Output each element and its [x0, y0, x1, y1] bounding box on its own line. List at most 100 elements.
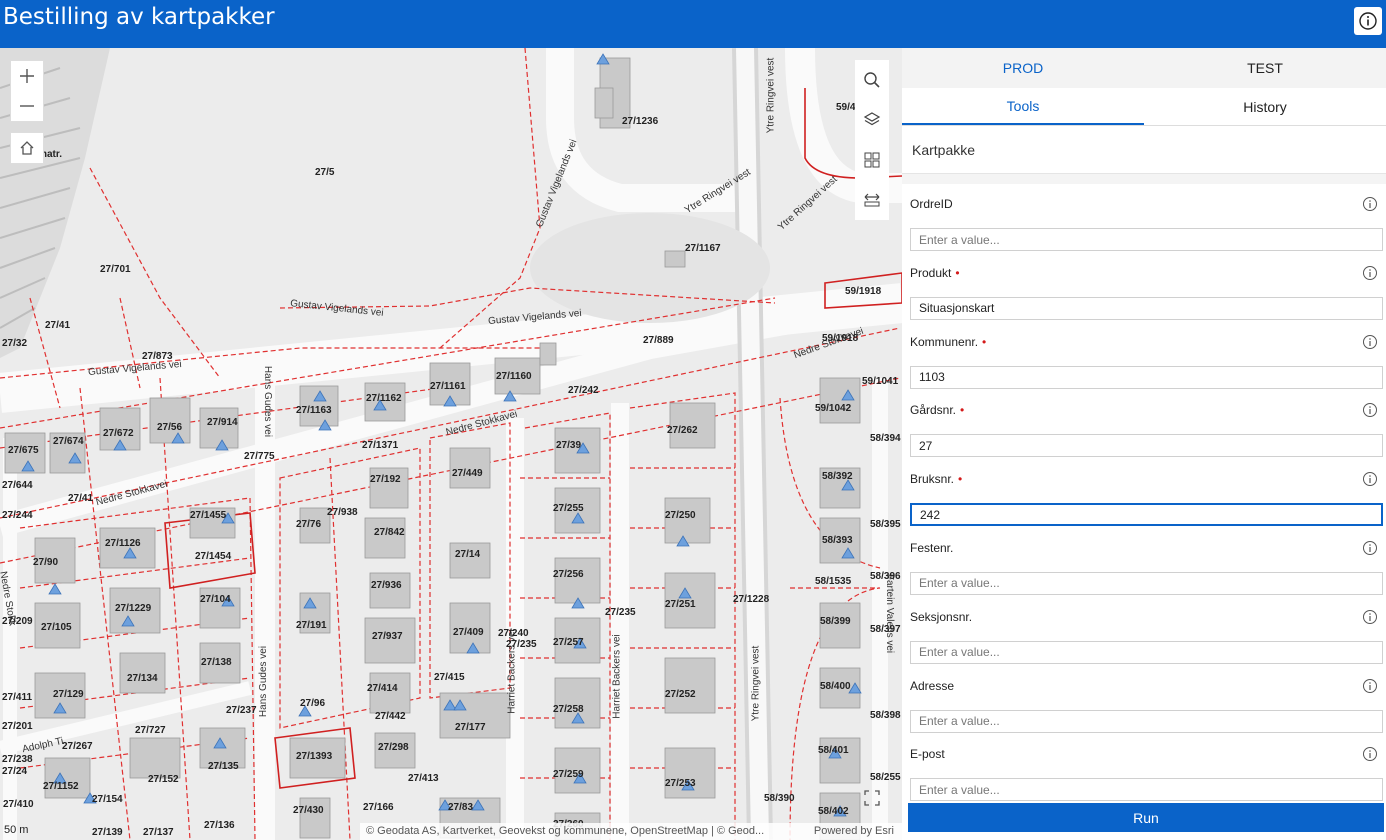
- parcel-label: 58/255: [870, 772, 901, 783]
- info-icon[interactable]: [1362, 265, 1378, 281]
- tab-history[interactable]: History: [1144, 88, 1386, 125]
- tab-prod[interactable]: PROD: [902, 48, 1144, 88]
- measure-button[interactable]: [855, 180, 889, 220]
- field-seksjonsnr: Seksjonsnr.: [902, 606, 1386, 675]
- kommunenr-input[interactable]: [910, 365, 1383, 389]
- search-icon: [864, 72, 880, 88]
- festenr-input[interactable]: [910, 571, 1383, 595]
- field-ordreid: OrdreID: [902, 193, 1386, 262]
- parcel-label: 27/937: [372, 631, 403, 642]
- parcel-label: 27/105: [41, 622, 72, 633]
- parcel-label: 27/201: [2, 721, 33, 732]
- ordreid-input[interactable]: [910, 228, 1383, 251]
- field-festenr: Festenr.: [902, 537, 1386, 606]
- parcel-label: 27/644: [2, 480, 33, 491]
- parcel-label: 27/1455: [190, 510, 227, 521]
- parcel-label: 58/402: [818, 806, 849, 817]
- tab-test[interactable]: TEST: [1144, 48, 1386, 88]
- parcel-label: 27/41: [68, 493, 94, 504]
- parcel-label: 27/166: [363, 802, 394, 813]
- street-label: Hans Gudes vei: [258, 645, 270, 718]
- parcel-label: 27/256: [553, 569, 584, 580]
- basemap-button[interactable]: [855, 140, 889, 180]
- info-icon[interactable]: [1362, 196, 1378, 212]
- parcel-label: 27/250: [665, 510, 696, 521]
- zoom-in-button[interactable]: [11, 61, 43, 91]
- parcel-label: 27/1152: [43, 781, 79, 792]
- parcel-label: 27/251: [665, 599, 696, 610]
- parcel-label: 27/675: [8, 445, 39, 456]
- tab-tools[interactable]: Tools: [902, 88, 1144, 125]
- measure-icon: [864, 193, 880, 207]
- parcel-label: 27/96: [300, 698, 326, 709]
- street-label: Fartein Valens vei: [884, 573, 896, 654]
- kartpakke-form: OrdreID Produkt• Kommunenr.• Gårdsnr.• B…: [902, 193, 1386, 812]
- field-bruksnr: Bruksnr. •: [902, 468, 1386, 537]
- parcel-label: 27/14: [455, 549, 481, 560]
- parcel-label: 59/4: [836, 102, 856, 113]
- info-icon[interactable]: [1362, 540, 1378, 556]
- app-header: Bestilling av kartpakker: [0, 0, 1386, 48]
- fullscreen-button[interactable]: [858, 784, 886, 812]
- parcel-label: 27/240: [498, 628, 529, 639]
- parcel-label: 27/1167: [685, 243, 721, 254]
- side-panel: PROD TEST Tools History Kartpakke OrdreI…: [902, 48, 1386, 840]
- info-icon[interactable]: [1362, 334, 1378, 350]
- info-icon[interactable]: [1362, 402, 1378, 418]
- fullscreen-icon: [864, 790, 880, 806]
- parcel-label: 27/41: [45, 320, 71, 331]
- parcel-label: 27/209: [2, 616, 33, 627]
- parcel-label: 58/390: [764, 793, 795, 804]
- parcel-label: 27/936: [371, 580, 402, 591]
- info-icon[interactable]: [1362, 746, 1378, 762]
- parcel-label: 27/775: [244, 451, 275, 462]
- field-epost: E-post: [902, 743, 1386, 812]
- parcel-label: 27/442: [375, 711, 406, 722]
- parcel-label: 27/134: [127, 673, 158, 684]
- produkt-input[interactable]: [910, 296, 1383, 320]
- parcel-label: 27/1371: [362, 440, 399, 451]
- parcel-label: 27/238: [2, 754, 33, 765]
- parcel-label: 27/889: [643, 335, 674, 346]
- field-label: Produkt •: [910, 265, 960, 280]
- map-attribution[interactable]: © Geodata AS, Kartverket, Geovekst og ko…: [360, 823, 902, 840]
- parcel-label: 58/1535: [815, 576, 852, 587]
- parcel-label: 27/410: [3, 799, 34, 810]
- layers-button[interactable]: [855, 100, 889, 140]
- field-produkt: Produkt •: [902, 262, 1386, 331]
- section-title: Kartpakke: [902, 126, 1386, 174]
- parcel-label: 27/1162: [366, 393, 402, 404]
- info-icon[interactable]: [1362, 678, 1378, 694]
- parcel-label: 27/1160: [496, 371, 532, 382]
- adresse-input[interactable]: [910, 709, 1383, 733]
- plus-icon: [20, 69, 34, 83]
- field-label: E-post: [910, 747, 945, 762]
- gardsnr-input[interactable]: [910, 434, 1383, 458]
- info-icon[interactable]: [1362, 471, 1378, 487]
- epost-input[interactable]: [910, 778, 1383, 802]
- parcel-label: 58/398: [870, 710, 901, 721]
- info-button[interactable]: [1354, 7, 1382, 35]
- seksjonsnr-input[interactable]: [910, 640, 1383, 664]
- parcel-label: 27/267: [62, 741, 93, 752]
- info-icon: [1359, 12, 1377, 30]
- field-label: Gårdsnr. •: [910, 403, 965, 418]
- zoom-out-button[interactable]: [11, 91, 43, 121]
- parcel-label: 27/235: [605, 607, 636, 618]
- bruksnr-input[interactable]: [910, 503, 1383, 527]
- parcel-label: 27/449: [452, 468, 483, 479]
- home-button[interactable]: [10, 132, 44, 164]
- app-title: Bestilling av kartpakker: [3, 4, 275, 30]
- parcel-label: 59/1041: [862, 376, 899, 387]
- parcel-label: 27/237: [226, 705, 257, 716]
- info-icon[interactable]: [1362, 609, 1378, 625]
- field-label: Kommunenr. •: [910, 334, 987, 349]
- search-button[interactable]: [855, 60, 889, 100]
- run-button[interactable]: Run: [908, 803, 1384, 832]
- map-view[interactable]: Gustav Vigelands vei Gustav Vigelands ve…: [0, 48, 902, 840]
- field-label: Adresse: [910, 678, 955, 693]
- parcel-label: 27/938: [327, 507, 358, 518]
- field-kommunenr: Kommunenr. •: [902, 331, 1386, 400]
- field-adresse: Adresse: [902, 675, 1386, 744]
- parcel-label: 27/298: [378, 742, 409, 753]
